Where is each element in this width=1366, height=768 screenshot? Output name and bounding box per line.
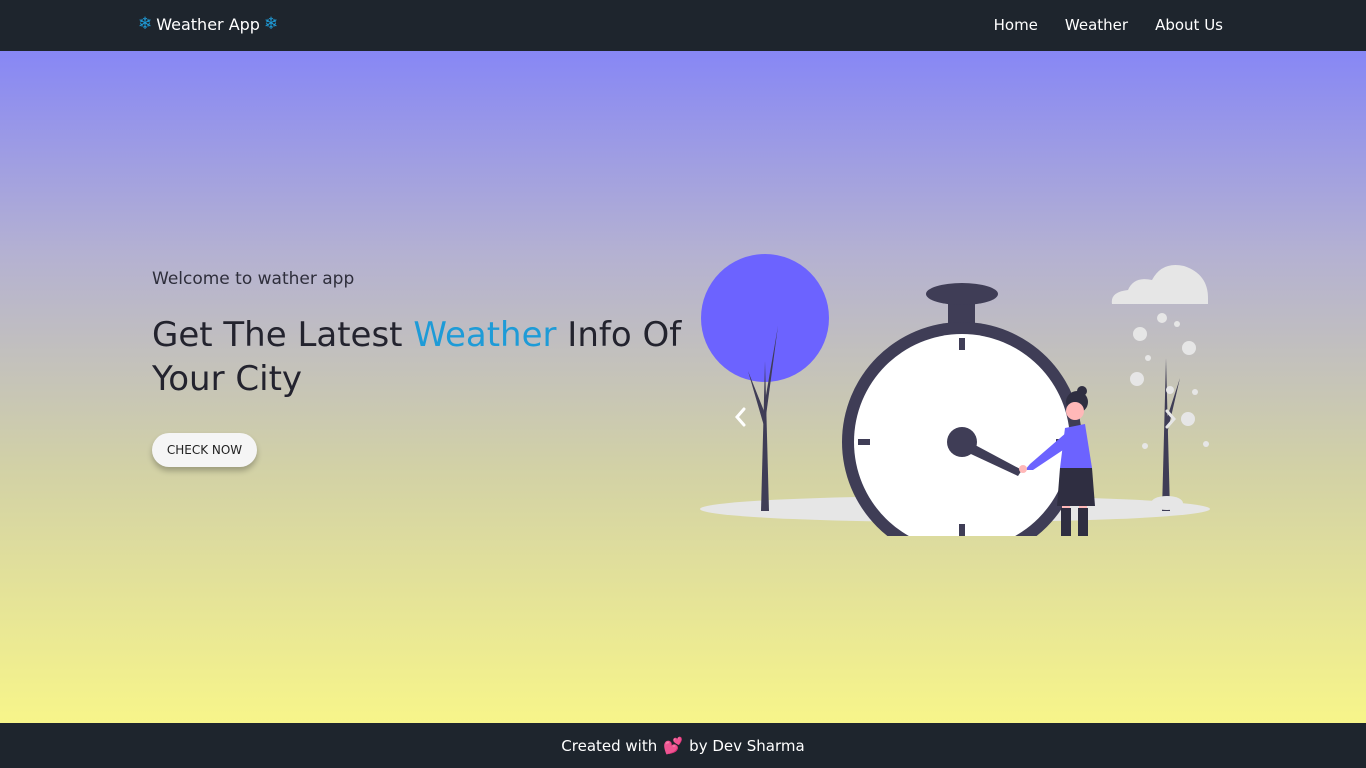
person-bun: [1077, 386, 1087, 396]
person-hand: [1019, 465, 1027, 473]
stopwatch-button: [926, 283, 998, 305]
snowflake: [1203, 441, 1209, 447]
nav-home-link[interactable]: Home: [994, 16, 1038, 34]
person-boot: [1061, 508, 1071, 536]
brand-label: Weather App: [156, 15, 260, 34]
hero-section: Welcome to wather app Get The Latest Wea…: [0, 51, 1366, 723]
snowflake: [1192, 389, 1198, 395]
snowflake: [1166, 386, 1174, 394]
tick-6: [959, 524, 965, 536]
snowflake: [1130, 372, 1144, 386]
footer-text-before: Created with: [561, 736, 658, 755]
snowflake: [1174, 321, 1180, 327]
person-skirt: [1057, 468, 1095, 506]
brand-link[interactable]: ❄ Weather App ❄: [138, 15, 278, 34]
hero-headline: Get The Latest Weather Info Of Your City: [152, 313, 692, 401]
snowflake: [1142, 443, 1148, 449]
footer-text-after: by Dev Sharma: [689, 736, 805, 755]
snowflake: [1181, 412, 1195, 426]
footer: Created with 💕 by Dev Sharma: [0, 723, 1366, 768]
nav-weather-link[interactable]: Weather: [1065, 16, 1128, 34]
check-now-button[interactable]: CHECK NOW: [152, 433, 257, 467]
headline-part-1: Get The Latest: [152, 315, 414, 355]
snow-mound: [1151, 496, 1183, 510]
nav-about-link[interactable]: About Us: [1155, 16, 1223, 34]
navbar: ❄ Weather App ❄ Home Weather About Us: [0, 0, 1366, 51]
snowflake: [1157, 313, 1167, 323]
tick-9: [858, 439, 870, 445]
person-head: [1066, 402, 1084, 420]
snowflake-icon: ❄: [263, 14, 279, 34]
snowflake: [1133, 327, 1147, 341]
snowflake: [1145, 355, 1151, 361]
tree-trunk: [761, 361, 769, 511]
hero-illustration: [700, 254, 1210, 536]
cloud-icon: [1111, 264, 1208, 304]
tick-12: [959, 338, 965, 350]
headline-accent: Weather: [413, 315, 557, 355]
snow-tree-trunk: [1162, 358, 1170, 511]
welcome-text: Welcome to wather app: [152, 269, 355, 289]
snowflake-icon: ❄: [138, 14, 153, 34]
nav-links: Home Weather About Us: [994, 16, 1223, 34]
heart-icon: 💕: [663, 736, 684, 755]
person-boot: [1078, 508, 1088, 536]
chevron-left-icon: [735, 407, 746, 427]
clock-center: [947, 427, 977, 457]
snowflake: [1182, 341, 1196, 355]
